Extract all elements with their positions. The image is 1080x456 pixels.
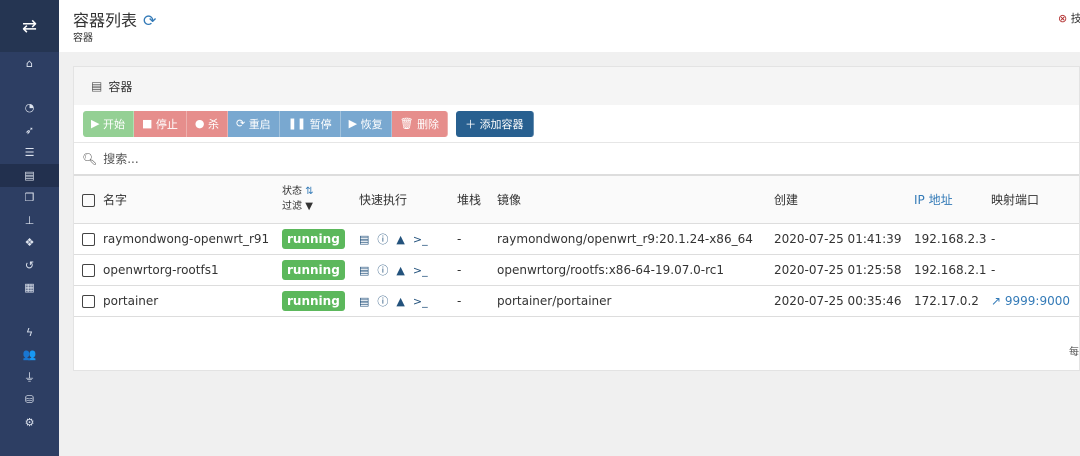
logs-icon[interactable]: ▤ — [359, 264, 369, 277]
column-stack[interactable]: 堆栈 — [457, 176, 497, 224]
image-link[interactable]: raymondwong/openwrt_r9:20.1.24-x86_64 — [497, 223, 774, 255]
table-row: raymondwong-openwrt_r91 running ▤ ⓘ ▲ >_ - … — [74, 223, 1079, 255]
ip-value: 192.168.2.1 — [914, 254, 991, 286]
stats-icon[interactable]: ▲ — [396, 264, 404, 277]
logs-icon[interactable]: ▤ — [359, 295, 369, 308]
exchange-icon[interactable]: ⇄ — [0, 0, 59, 52]
external-link-icon[interactable]: ↗ — [991, 294, 1001, 308]
ip-value: 192.168.2.3 — [914, 223, 991, 255]
grid-icon[interactable]: ▦ — [0, 277, 59, 300]
help-link[interactable]: ⊗ 技 — [1058, 10, 1080, 26]
stack-value: - — [457, 223, 497, 255]
page-title: 容器列表 — [73, 11, 138, 30]
search-icon: 🔍︎ — [82, 151, 98, 166]
port-mapping[interactable]: 9999:9000 — [1005, 294, 1070, 308]
table-row: openwrtorg-rootfs1 running ▤ ⓘ ▲ >_ - openw… — [74, 254, 1079, 286]
column-ip[interactable]: IP 地址 — [914, 176, 991, 224]
plug-icon[interactable]: ⏚ — [0, 366, 59, 389]
container-name-link[interactable]: openwrtorg-rootfs1 — [103, 263, 219, 277]
containers-panel: ▤ 容器 ▶ 开始 ■ 停止 ● 杀 ⟳ 重启 ❚❚ 暂停 ▶ 恢复 🗑 删除 ＋… — [73, 66, 1080, 371]
bolt-icon[interactable]: ϟ — [0, 321, 59, 344]
containers-table: 名字 状态 ⇅ 过滤 ▼ 快速执行 堆栈 镜像 创建 IP 地址 映射端口 ray… — [74, 176, 1079, 317]
dashboard-icon[interactable]: ◔ — [0, 97, 59, 120]
ip-value: 172.17.0.2 — [914, 285, 991, 317]
stack-value: - — [457, 254, 497, 286]
container-name-link[interactable]: portainer — [103, 294, 158, 308]
add-container-button[interactable]: ＋ 添加容器 — [456, 110, 534, 137]
history-icon[interactable]: ↺ — [0, 254, 59, 277]
life-ring-icon: ⊗ — [1058, 12, 1068, 25]
row-checkbox[interactable] — [82, 263, 95, 277]
per-page-label: 每 — [1069, 347, 1079, 358]
console-icon[interactable]: >_ — [413, 233, 428, 246]
table-row: portainer running ▤ ⓘ ▲ >_ - portainer/port… — [74, 285, 1079, 317]
column-ports[interactable]: 映射端口 — [991, 176, 1079, 224]
sitemap-icon[interactable]: ⊥ — [0, 209, 59, 232]
stop-button[interactable]: ■ 停止 — [133, 110, 187, 137]
clone-icon[interactable]: ❐ — [0, 187, 59, 210]
console-icon[interactable]: >_ — [413, 264, 428, 277]
column-name[interactable]: 名字 — [103, 193, 127, 207]
image-link[interactable]: portainer/portainer — [497, 285, 774, 317]
created-value: 2020-07-25 00:35:46 — [774, 285, 914, 317]
stack-value: - — [457, 285, 497, 317]
stats-icon[interactable]: ▲ — [396, 295, 404, 308]
filter-icon[interactable]: ▼ — [305, 201, 313, 212]
server-icon: ▤ — [91, 79, 103, 93]
restart-button[interactable]: ⟳ 重启 — [227, 110, 280, 137]
panel-title: 容器 — [108, 79, 133, 94]
console-icon[interactable]: >_ — [413, 295, 428, 308]
kill-button[interactable]: ● 杀 — [186, 110, 228, 137]
resume-button[interactable]: ▶ 恢复 — [340, 110, 392, 137]
page-header: 容器列表 ⟳ 容器 ⊗ 技 — [59, 0, 1080, 52]
column-quick-actions: 快速执行 — [359, 176, 457, 224]
port-mapping: - — [991, 231, 996, 246]
select-all-checkbox[interactable] — [82, 193, 95, 207]
inspect-icon[interactable]: ⓘ — [377, 264, 388, 277]
users-icon[interactable]: 👥 — [0, 344, 59, 367]
cogs-icon[interactable]: ⚙ — [0, 411, 59, 434]
created-value: 2020-07-25 01:41:39 — [774, 223, 914, 255]
stats-icon[interactable]: ▲ — [396, 233, 404, 246]
sort-icon[interactable]: ⇅ — [305, 186, 313, 197]
remove-button[interactable]: 🗑 删除 — [391, 110, 449, 137]
logs-icon[interactable]: ▤ — [359, 233, 369, 246]
action-bar: ▶ 开始 ■ 停止 ● 杀 ⟳ 重启 ❚❚ 暂停 ▶ 恢复 🗑 删除 ＋ 添加容… — [74, 105, 1079, 143]
search-input[interactable]: 🔍︎ 搜索... — [74, 143, 1079, 176]
port-mapping: - — [991, 262, 996, 277]
cubes-icon[interactable]: ❖ — [0, 232, 59, 255]
start-button[interactable]: ▶ 开始 — [83, 110, 134, 137]
server-icon[interactable]: ▤ — [0, 164, 59, 187]
list-icon[interactable]: ☰ — [0, 142, 59, 165]
sidebar: ⇄ ⌂ ◔ ➶ ☰ ▤ ❐ ⊥ ❖ ↺ ▦ ϟ 👥 ⏚ ⛁ ⚙ — [0, 0, 59, 456]
created-value: 2020-07-25 01:25:58 — [774, 254, 914, 286]
breadcrumb: 容器 — [73, 33, 93, 44]
database-icon[interactable]: ⛁ — [0, 389, 59, 412]
status-badge: running — [282, 259, 345, 280]
column-state[interactable]: 状态 — [282, 186, 302, 197]
image-link[interactable]: openwrtorg/rootfs:x86-64-19.07.0-rc1 — [497, 254, 774, 286]
pause-button[interactable]: ❚❚ 暂停 — [279, 110, 341, 137]
column-created[interactable]: 创建 — [774, 176, 914, 224]
row-checkbox[interactable] — [82, 294, 95, 308]
rocket-icon[interactable]: ➶ — [0, 119, 59, 142]
status-badge: running — [282, 228, 345, 249]
row-checkbox[interactable] — [82, 232, 95, 246]
status-badge: running — [282, 290, 345, 311]
inspect-icon[interactable]: ⓘ — [377, 295, 388, 308]
filter-label[interactable]: 过滤 — [282, 201, 302, 212]
inspect-icon[interactable]: ⓘ — [377, 233, 388, 246]
refresh-icon[interactable]: ⟳ — [143, 11, 156, 30]
column-image[interactable]: 镜像 — [497, 176, 774, 224]
home-icon[interactable]: ⌂ — [0, 52, 59, 75]
container-name-link[interactable]: raymondwong-openwrt_r91 — [103, 232, 269, 246]
